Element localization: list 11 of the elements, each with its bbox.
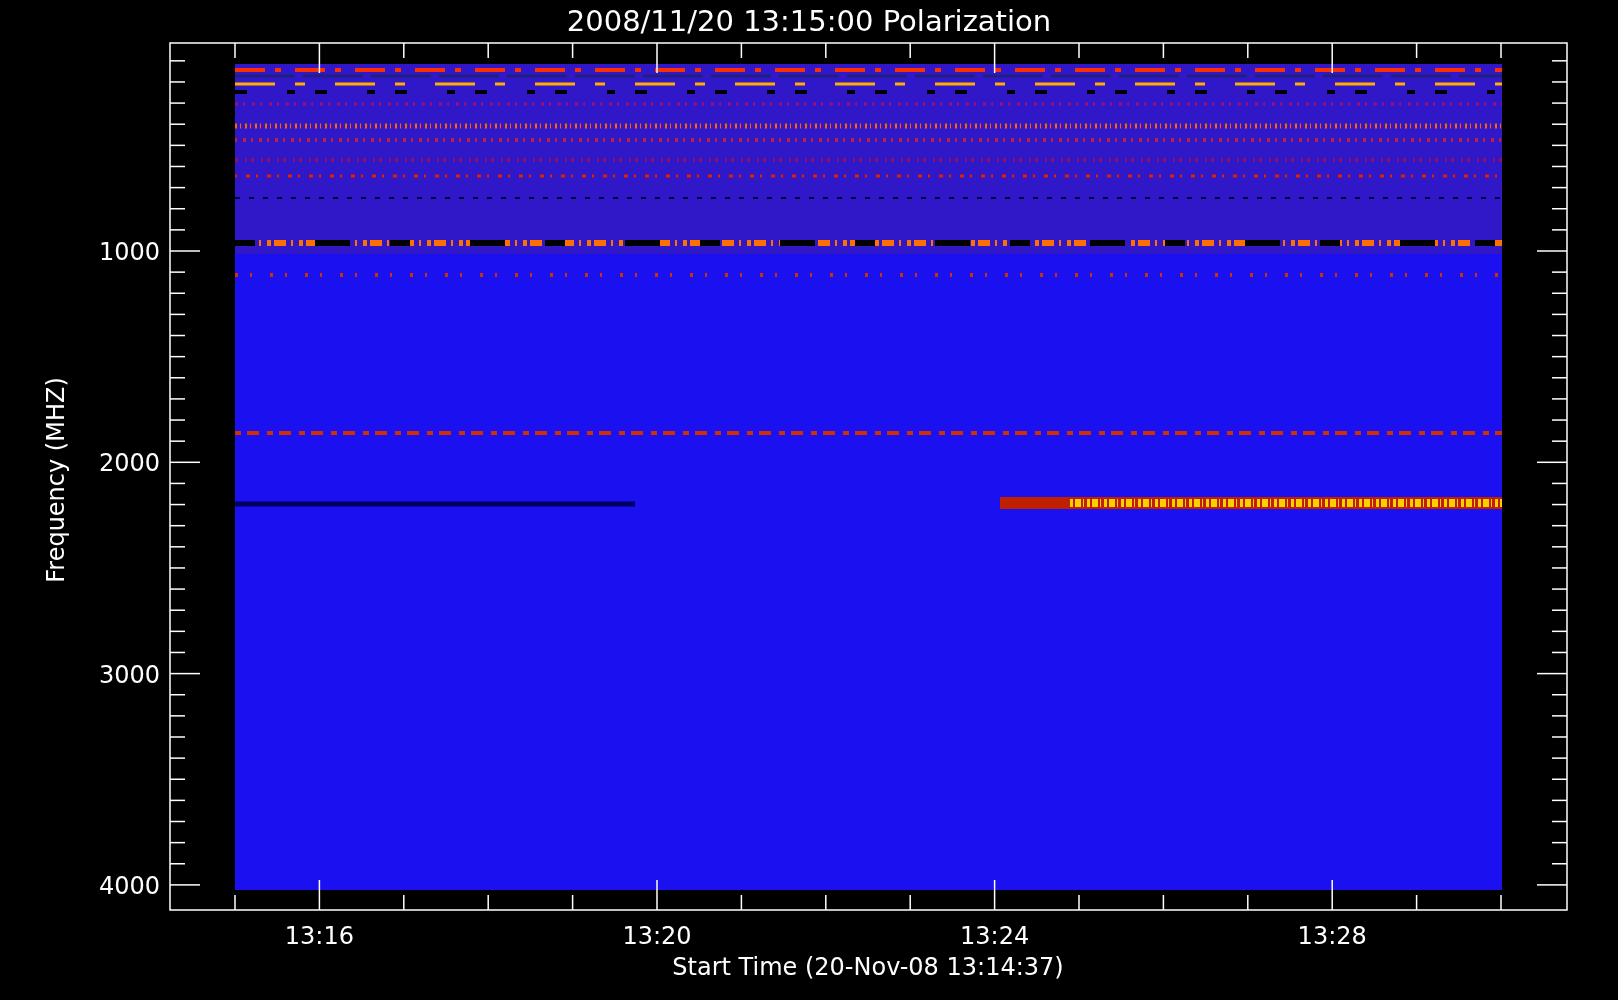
y-tick-label: 2000 [98,449,160,478]
y-tick-label: 4000 [98,871,160,900]
chart-title: 2008/11/20 13:15:00 Polarization [566,4,1052,38]
y-tick-label: 1000 [98,238,160,266]
x-tick-label: 13:28 [1297,922,1367,950]
x-tick-label: 13:16 [284,922,354,950]
x-tick-label: 13:24 [960,922,1030,950]
x-tick-label: 13:20 [622,922,692,950]
y-axis-label: Frequency (MHZ) [42,377,70,583]
x-axis-label: Start Time (20-Nov-08 13:14:37) [672,953,1064,981]
y-tick-label: 3000 [98,660,160,689]
